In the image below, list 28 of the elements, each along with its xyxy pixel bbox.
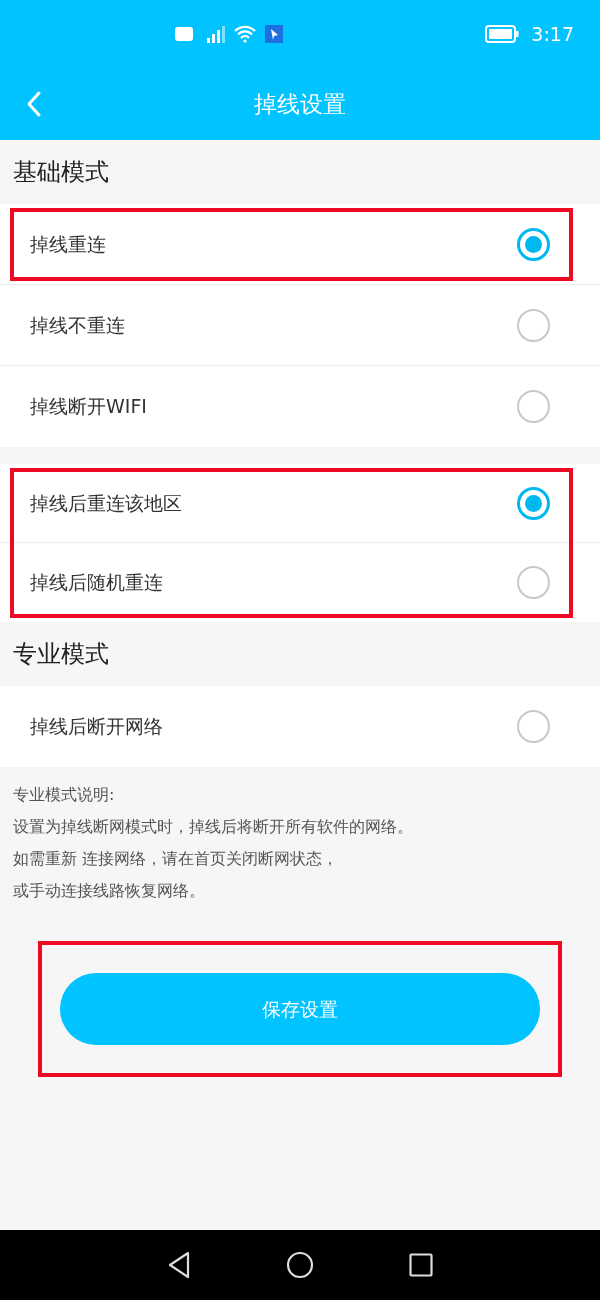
option-label: 掉线后随机重连 [30, 570, 164, 596]
battery-icon [485, 25, 520, 43]
option-label: 掉线断开WIFI [30, 394, 148, 420]
radio-button[interactable] [517, 227, 550, 261]
wifi-icon [233, 25, 257, 43]
home-nav-icon[interactable] [286, 1251, 314, 1279]
radio-button[interactable] [517, 390, 550, 423]
recents-nav-icon[interactable] [408, 1253, 433, 1277]
radio-button[interactable] [517, 486, 550, 520]
option-label: 掉线后断开网络 [30, 714, 164, 740]
option-label: 掉线不重连 [30, 312, 126, 338]
note-text: 如需重新 连接网络，请在首页关闭断网状态， [13, 848, 340, 870]
radio-button[interactable] [517, 710, 550, 743]
note-text: 专业模式说明: [13, 784, 116, 806]
radio-button[interactable] [517, 566, 550, 599]
note-text: 设置为掉线断网模式时，掉线后将断开所有软件的网络。 [13, 816, 414, 838]
note-text: 或手动连接线路恢复网络。 [13, 880, 206, 902]
app-notification-icon [265, 25, 283, 43]
radio-button[interactable] [517, 308, 550, 342]
option-label: 掉线重连 [30, 231, 107, 257]
status-time: 3:17 [531, 21, 574, 47]
option-label: 掉线后重连该地区 [30, 490, 183, 516]
hd-icon [175, 27, 193, 41]
section-heading: 专业模式 [13, 639, 109, 670]
section-heading: 基础模式 [13, 157, 109, 188]
page-title: 掉线设置 [254, 89, 346, 119]
save-button[interactable]: 保存设置 [60, 973, 540, 1045]
back-nav-icon[interactable] [167, 1251, 192, 1279]
